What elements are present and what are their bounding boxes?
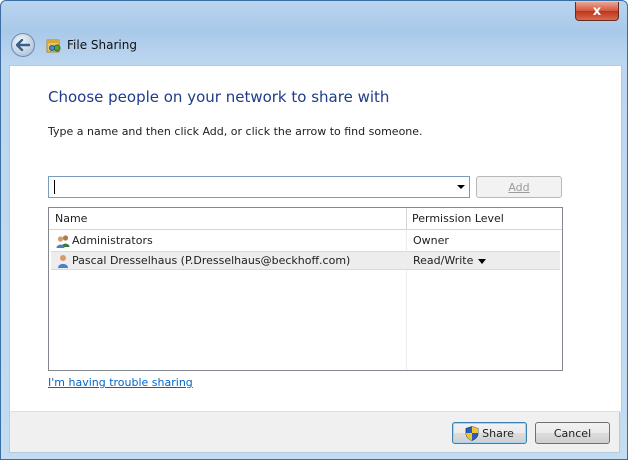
uac-shield-icon	[465, 425, 479, 441]
name-combobox[interactable]	[48, 176, 470, 198]
permission-dropdown-arrow-icon[interactable]	[478, 259, 486, 264]
list-item-name: Pascal Dresselhaus (P.Dresselhaus@beckho…	[72, 254, 351, 267]
cancel-button-label: Cancel	[553, 426, 592, 440]
column-header-name[interactable]: Name	[55, 212, 87, 225]
trouble-sharing-link[interactable]: I'm having trouble sharing	[48, 376, 193, 389]
content-panel: Choose people on your network to share w…	[9, 65, 622, 412]
add-button-label: Add	[508, 180, 530, 194]
column-divider[interactable]	[406, 208, 407, 230]
permission-dropdown[interactable]: Read/Write	[413, 254, 473, 267]
back-arrow-icon	[16, 39, 30, 51]
list-item-name: Administrators	[72, 234, 153, 247]
close-icon: x	[592, 3, 602, 19]
page-heading: Choose people on your network to share w…	[48, 88, 390, 106]
share-button[interactable]: Share	[452, 422, 527, 444]
name-input[interactable]	[51, 178, 450, 196]
user-icon	[58, 255, 68, 268]
add-button[interactable]: Add	[476, 176, 562, 198]
list-item-permission: Owner	[413, 234, 449, 247]
window-title: File Sharing	[67, 38, 137, 52]
dropdown-arrow-icon[interactable]	[457, 185, 465, 189]
file-sharing-window: x File Sharing Choose people on your net…	[0, 0, 628, 460]
back-button[interactable]	[11, 33, 35, 57]
share-button-label: Share	[482, 426, 514, 440]
cancel-button[interactable]: Cancel	[535, 422, 610, 444]
list-item-administrators[interactable]: Administrators Owner	[51, 232, 560, 251]
file-sharing-icon	[46, 39, 61, 53]
text-caret	[54, 180, 55, 194]
dialog-footer: Share Cancel	[9, 411, 620, 453]
close-button[interactable]: x	[575, 2, 619, 21]
list-item-pascal-dresselhaus[interactable]: Pascal Dresselhaus (P.Dresselhaus@beckho…	[51, 251, 560, 270]
column-header-permission[interactable]: Permission Level	[412, 212, 504, 225]
user-group-icon	[56, 235, 70, 248]
list-header: Name Permission Level	[49, 208, 562, 230]
sharing-list[interactable]: Name Permission Level Administrators Own…	[48, 207, 563, 371]
instruction-text: Type a name and then click Add, or click…	[48, 125, 423, 138]
